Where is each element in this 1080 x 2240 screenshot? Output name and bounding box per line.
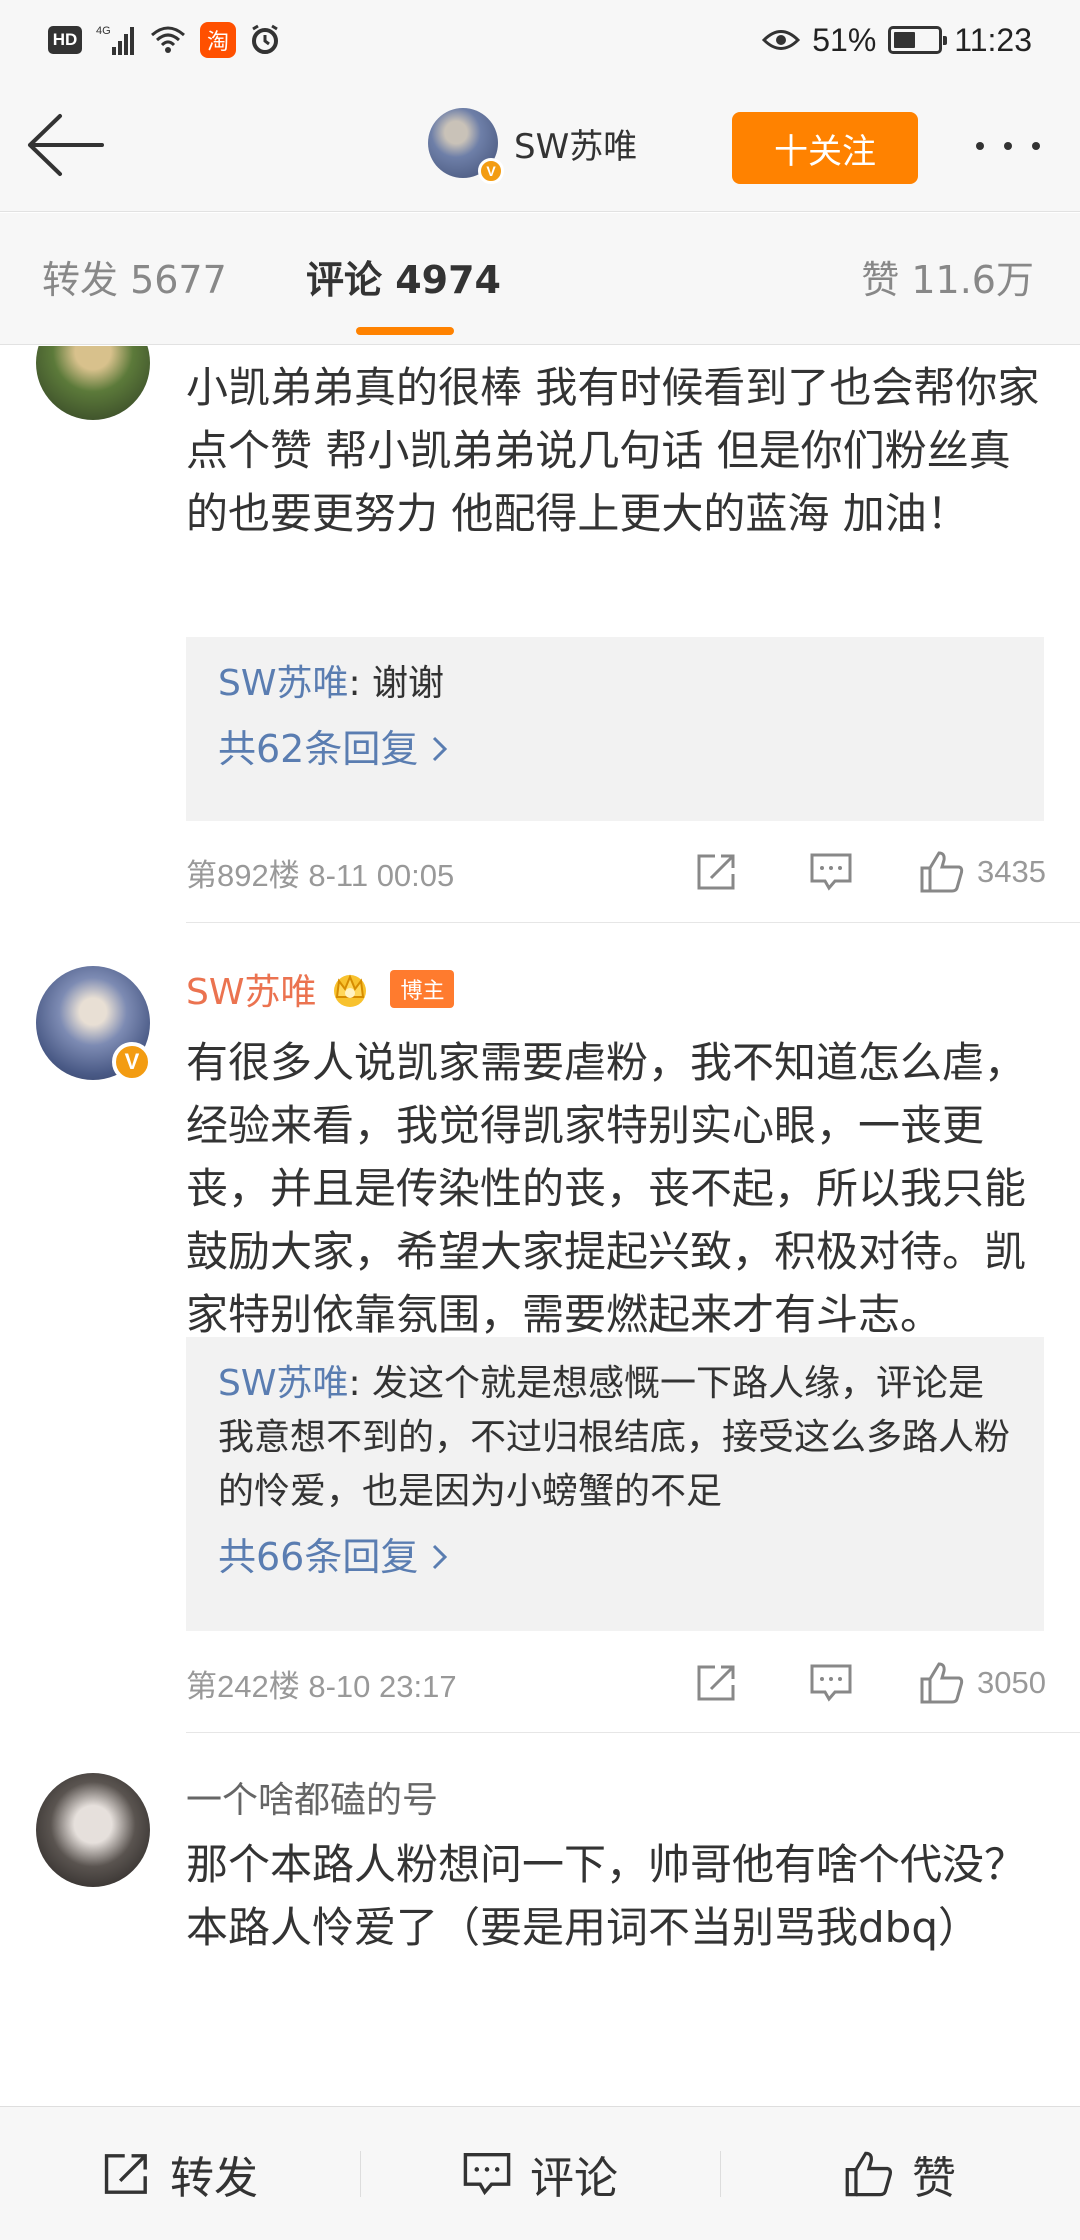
tab-repost[interactable]: 转发 5677 [42,249,227,304]
battery-percent: 51% [812,21,877,58]
taobao-notification-icon: 淘 [200,22,236,58]
status-icons-right: 51% 11:23 [762,18,1032,62]
like-button[interactable]: 3435 [919,850,1046,894]
reply-line: SW苏唯: 谢谢 [218,657,1012,711]
more-dot [1032,142,1040,150]
author-row: 一个啥都磕的号 [186,1771,438,1823]
repost-label: 转发 [170,2152,258,2204]
thumbs-up-icon [920,851,964,893]
like-button[interactable]: 赞 [720,2107,1080,2240]
comment-list[interactable]: 小凯弟弟真的很棒 我有时候看到了也会帮你家点个赞 帮小凯弟弟说几句话 但是你们粉… [0,346,1080,2106]
like-button[interactable]: 3050 [919,1661,1046,1705]
active-tab-indicator [356,327,454,335]
reply-author[interactable]: SW苏唯 [218,663,348,704]
more-dots-icon [976,142,984,150]
share-icon [104,2153,147,2194]
svg-text:4G: 4G [96,25,111,37]
thumbs-up-icon [920,1662,964,1704]
comment-label: 评论 [530,2152,618,2204]
hd-indicator: HD [48,26,82,54]
more-options-button[interactable] [968,116,1048,176]
comment-meta: 第242楼 8-10 23:17 3050 [186,1653,1046,1713]
reply-preview[interactable]: SW苏唯: 发这个就是想感慨一下路人缘，评论是我意想不到的，不过归根结底，接受这… [186,1337,1044,1631]
verified-badge-icon: V [478,158,504,184]
back-button[interactable] [26,110,106,180]
thumbs-up-icon [845,2151,892,2196]
battery-icon [888,26,948,54]
battery-level [894,32,916,48]
author-row: SW苏唯 博主 [186,963,455,1015]
bottom-action-bar: 转发 评论 赞 [0,2106,1080,2240]
reply-line: SW苏唯: 发这个就是想感慨一下路人缘，评论是我意想不到的，不过归根结底，接受这… [218,1357,1012,1519]
crown-icon [334,974,367,1007]
repost-button[interactable]: 转发 [0,2107,360,2240]
avatar[interactable]: V [428,108,504,184]
avatar[interactable]: V [36,966,152,1082]
more-dot [1004,142,1012,150]
floor-and-time: 第242楼 8-10 23:17 [186,1668,457,1704]
blogger-tag: 博主 [390,970,455,1008]
like-count: 3435 [977,854,1046,889]
author-name[interactable]: 一个啥都磕的号 [186,1771,438,1823]
chevron-right-icon [433,736,448,762]
share-button[interactable] [695,852,739,892]
more-replies-label: 共62条回复 [218,727,419,771]
verified-badge-icon: V [112,1042,152,1082]
wifi-icon [151,26,185,53]
floor-and-time: 第892楼 8-11 00:05 [186,857,455,893]
more-replies-link[interactable]: 共62条回复 [218,721,1012,777]
status-bar: HD 4G 淘 51% 11:23 [0,0,1080,80]
comment-divider [186,1732,1080,1733]
comment-icon [463,2152,511,2195]
app-header: V SW苏唯 十关注 [0,80,1080,212]
reply-preview[interactable]: SW苏唯: 谢谢 共62条回复 [186,637,1044,821]
more-replies-link[interactable]: 共66条回复 [218,1529,1012,1585]
comment-text: 小凯弟弟真的很棒 我有时候看到了也会帮你家点个赞 帮小凯弟弟说几句话 但是你们粉… [186,363,1040,538]
cellular-signal-icon: 4G [96,25,134,55]
tab-comments[interactable]: 评论 4974 [306,249,501,304]
comment-divider [186,922,1080,923]
avatar[interactable] [36,1773,150,1887]
reply-button[interactable] [809,1663,853,1703]
more-replies-label: 共66条回复 [218,1535,419,1579]
comment-text: 那个本路人粉想问一下，帅哥他有啥个代没？本路人怜爱了（要是用词不当别骂我dbq） [186,1840,1027,1952]
header-username[interactable]: SW苏唯 [514,119,637,168]
chevron-right-icon [433,1544,448,1570]
header-user[interactable]: V SW苏唯 [428,108,637,184]
follow-button[interactable]: 十关注 [732,112,918,184]
reply-text: : 谢谢 [348,663,445,704]
comment-button[interactable]: 评论 [360,2107,720,2240]
avatar[interactable] [36,346,150,420]
eye-comfort-icon [762,30,801,50]
tab-bar: 转发 5677 评论 4974 赞 11.6万 [0,213,1080,345]
author-name[interactable]: SW苏唯 [186,963,316,1015]
like-count: 3050 [977,1665,1046,1700]
share-icon [697,1665,735,1701]
status-icons-left: HD 4G 淘 [48,20,280,60]
share-icon [697,854,735,890]
like-label: 赞 [912,2152,956,2204]
share-button[interactable] [695,1663,739,1703]
comment-meta: 第892楼 8-11 00:05 3435 [186,842,1046,902]
reply-button[interactable] [809,852,853,892]
reply-author[interactable]: SW苏唯 [218,1363,348,1404]
comment-icon [810,1664,852,1702]
clock: 11:23 [954,21,1032,58]
back-arrow-icon [28,114,104,176]
comment-icon [810,853,852,891]
tab-likes[interactable]: 赞 11.6万 [861,249,1034,304]
comment-text: 有很多人说凯家需要虐粉，我不知道怎么虐，经验来看，我觉得凯家特别实心眼，一丧更丧… [186,1038,1027,1339]
alarm-icon [252,24,278,54]
